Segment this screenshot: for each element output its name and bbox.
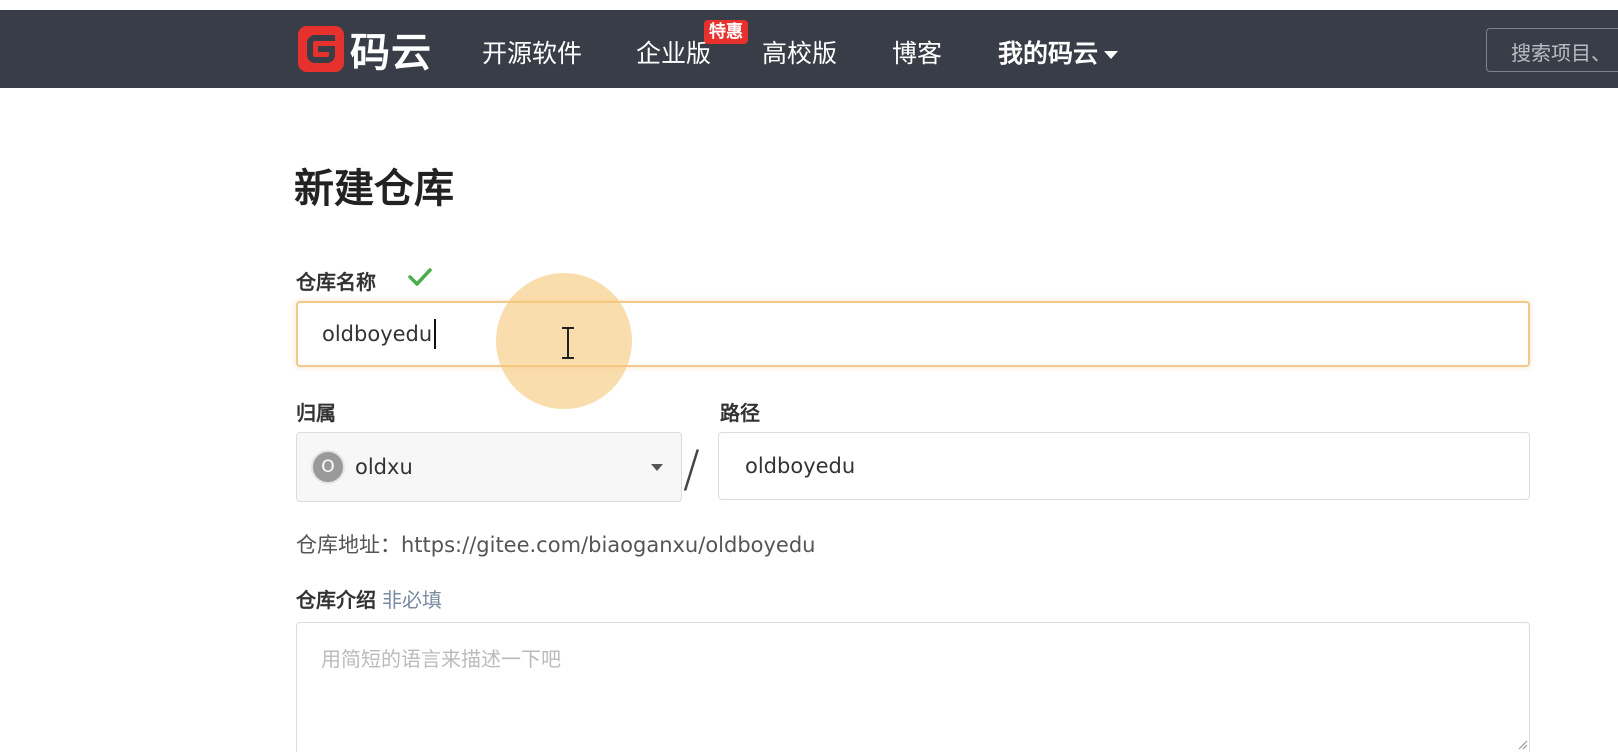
owner-label: 归属 xyxy=(296,401,336,425)
description-textarea[interactable]: 用简短的语言来描述一下吧 xyxy=(296,622,1530,752)
resize-handle-icon[interactable] xyxy=(1516,738,1528,750)
owner-path-separator: / xyxy=(683,440,700,498)
nav-campus[interactable]: 高校版 xyxy=(762,34,837,70)
gitee-logo[interactable]: 码云 xyxy=(298,26,432,76)
chevron-down-icon xyxy=(1104,51,1119,59)
repo-name-label: 仓库名称 xyxy=(296,270,376,294)
repo-url: 仓库地址：https://gitee.com/biaoganxu/oldboye… xyxy=(296,533,816,557)
owner-value: oldxu xyxy=(355,455,413,479)
owner-select[interactable]: O oldxu xyxy=(296,432,682,502)
nav-my-gitee[interactable]: 我的码云 xyxy=(998,34,1119,70)
search-input[interactable]: 搜索项目、 xyxy=(1486,28,1618,72)
description-label: 仓库介绍 xyxy=(296,588,376,612)
logo-text: 码云 xyxy=(350,30,432,76)
optional-hint: 非必填 xyxy=(382,588,442,612)
ibeam-cursor-icon xyxy=(562,327,574,359)
nav-open-source[interactable]: 开源软件 xyxy=(482,34,582,70)
check-icon xyxy=(408,268,432,286)
repo-name-value: oldboyedu xyxy=(322,322,433,346)
promo-badge: 特惠 xyxy=(704,20,748,44)
page-title: 新建仓库 xyxy=(294,166,454,212)
dropdown-caret-icon xyxy=(651,464,663,471)
path-value: oldboyedu xyxy=(745,454,856,478)
text-cursor xyxy=(434,319,437,349)
nav-my-gitee-label: 我的码云 xyxy=(998,39,1099,68)
nav-enterprise[interactable]: 企业版 xyxy=(636,34,711,70)
avatar: O xyxy=(311,450,345,484)
path-input[interactable]: oldboyedu xyxy=(718,432,1530,500)
repo-name-input[interactable]: oldboyedu xyxy=(296,301,1530,367)
gitee-logo-icon xyxy=(298,26,344,72)
window-top-strip xyxy=(0,0,1618,10)
description-label-row: 仓库介绍 非必填 xyxy=(296,584,442,613)
nav-blog[interactable]: 博客 xyxy=(892,34,942,70)
path-label: 路径 xyxy=(720,401,760,425)
